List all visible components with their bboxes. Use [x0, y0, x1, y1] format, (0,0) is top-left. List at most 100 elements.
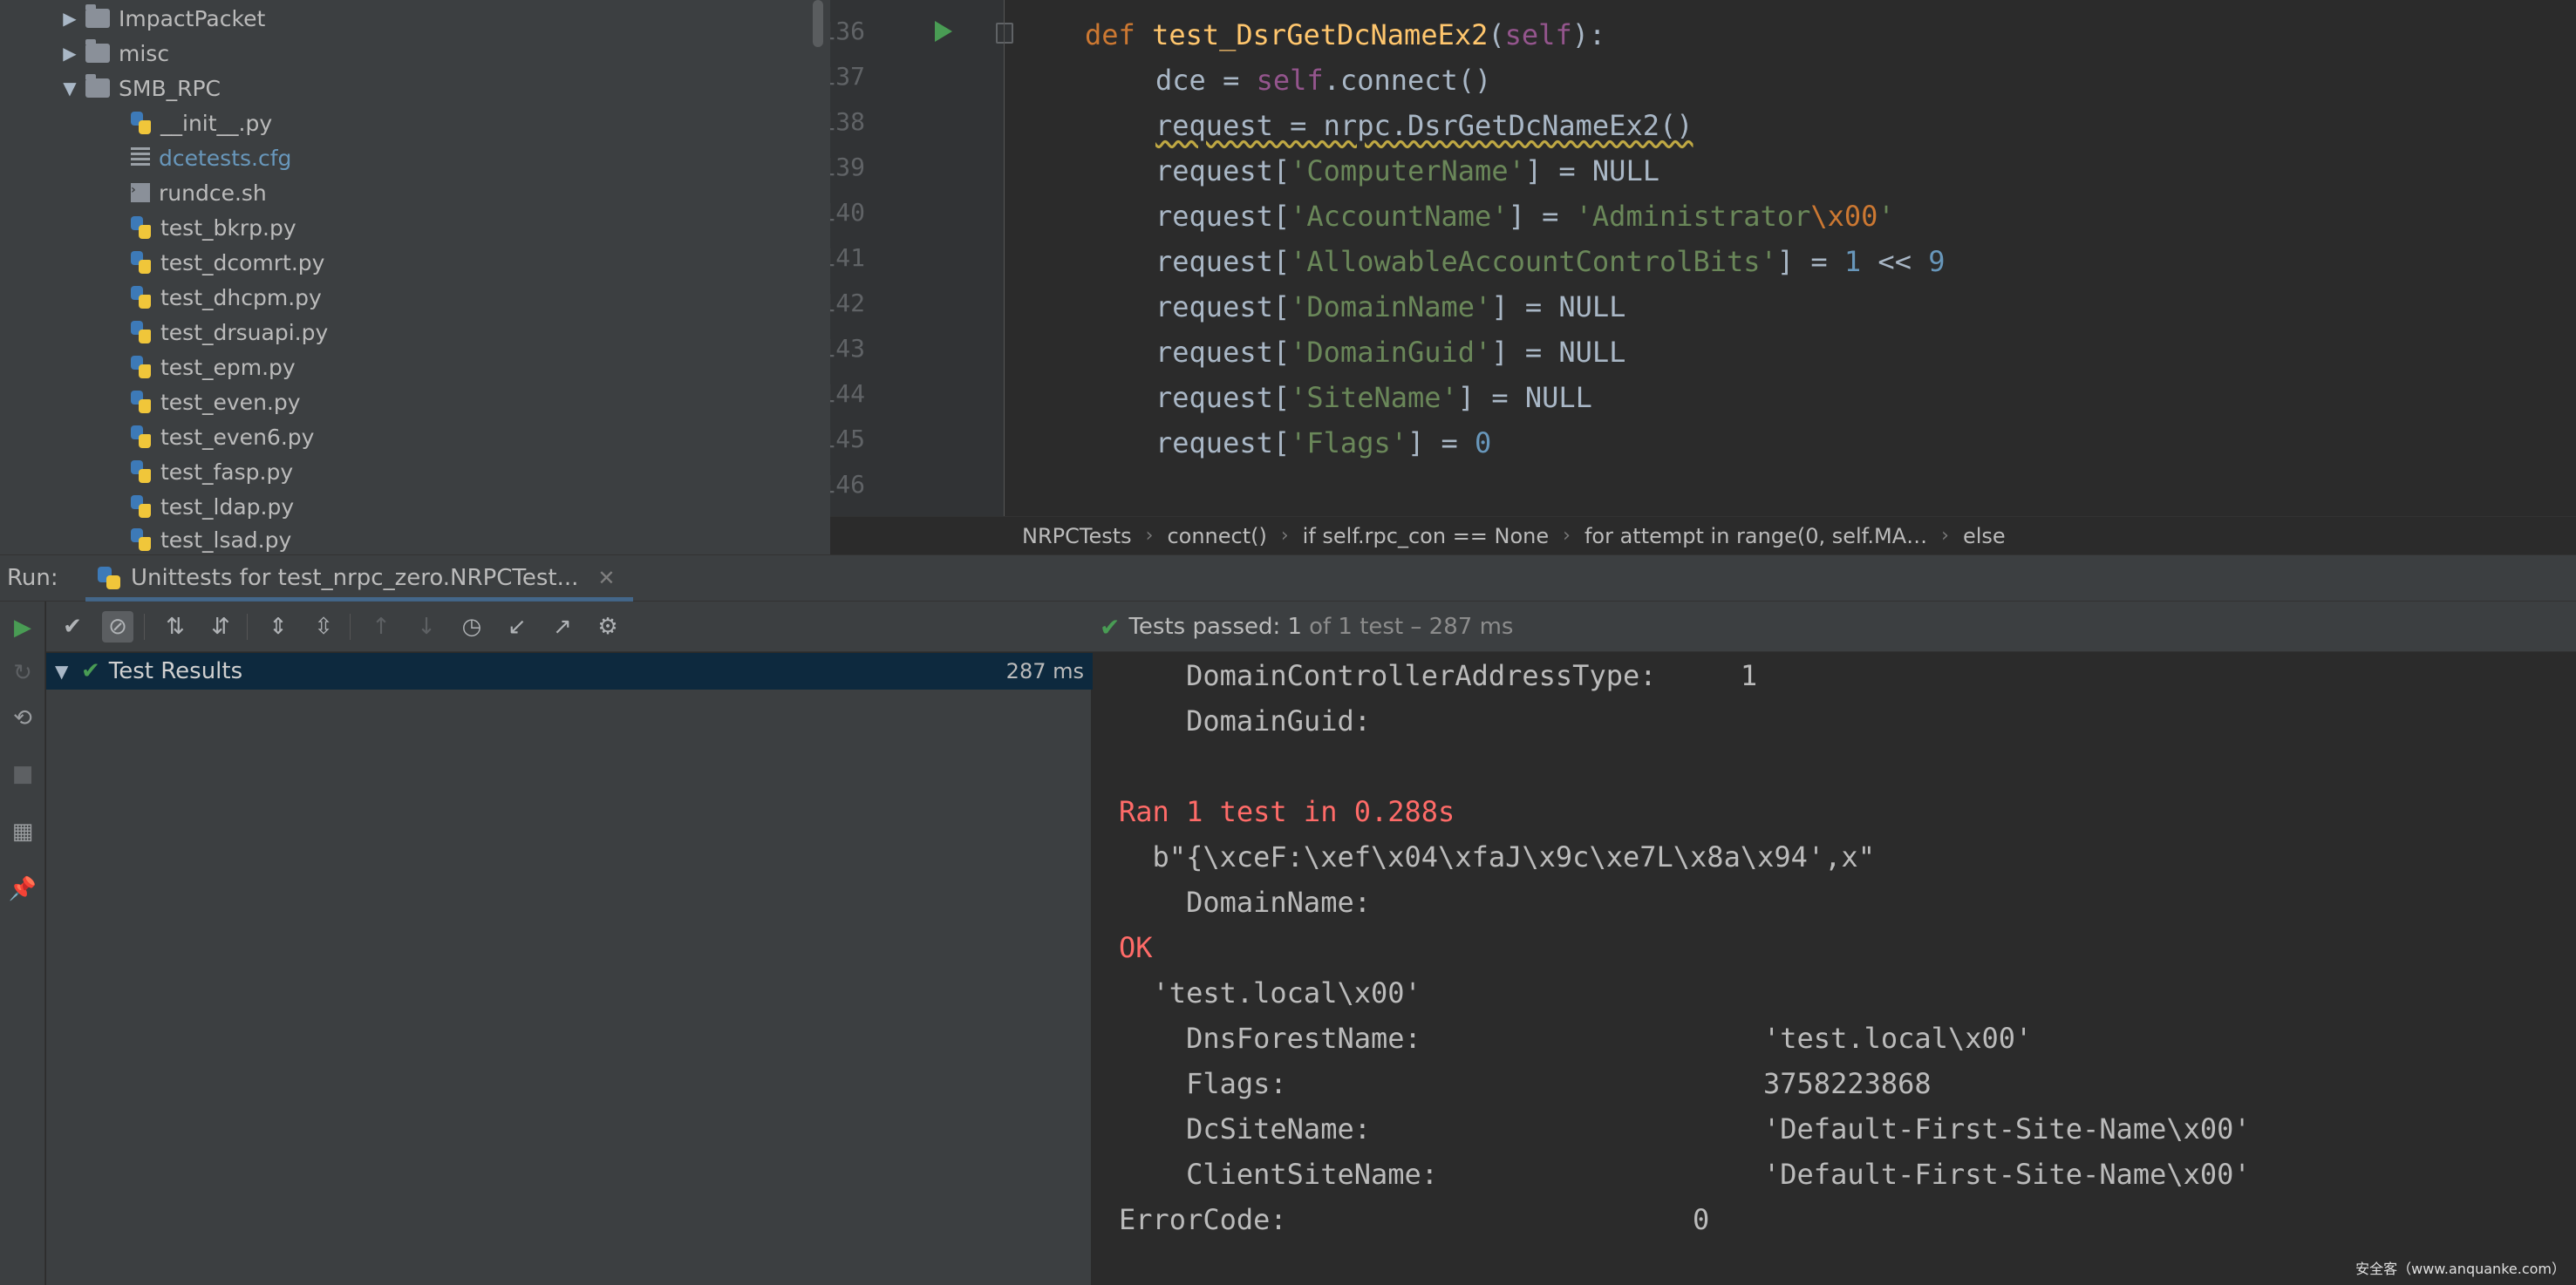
- line-number: 141: [830, 243, 865, 272]
- tree-item-impactpacket[interactable]: ▶ ImpactPacket: [54, 1, 265, 36]
- tree-item-file[interactable]: test_dcomrt.py: [131, 245, 324, 280]
- tree-item-file[interactable]: test_drsuapi.py: [131, 315, 328, 350]
- console-text: DomainGuid:: [1119, 704, 1371, 738]
- tree-scrollbar[interactable]: [813, 0, 823, 47]
- tree-item-smb-rpc[interactable]: ▼ SMB_RPC: [54, 71, 221, 105]
- code-token: ):: [1571, 18, 1606, 51]
- test-results-label: Test Results: [108, 658, 243, 684]
- fold-icon[interactable]: [996, 23, 1013, 44]
- code-line-144: request['SiteName'] = NULL: [1155, 378, 1592, 417]
- folder-icon: [85, 74, 110, 98]
- line-number: 137: [830, 62, 865, 91]
- pin-icon[interactable]: 📌: [7, 874, 38, 905]
- expand-all-icon[interactable]: ⇕: [262, 611, 294, 642]
- breadcrumb-item[interactable]: NRPCTests: [1022, 524, 1132, 548]
- breadcrumb-item[interactable]: for attempt in range(0, self.MA…: [1584, 524, 1927, 548]
- code-token: ] = NULL: [1491, 290, 1626, 323]
- code-editor[interactable]: 136 137 138 139 140 141 142 143 144 145 …: [830, 0, 2576, 516]
- line-number: 138: [830, 107, 865, 136]
- code-token: request[: [1155, 336, 1291, 369]
- tree-item-misc[interactable]: ▶ misc: [54, 36, 169, 71]
- code-token: ] =: [1776, 245, 1844, 278]
- tree-item-file[interactable]: dcetests.cfg: [131, 140, 291, 175]
- console-value: 'test.local\x00': [1763, 1022, 2033, 1055]
- expand-arrow-icon[interactable]: ▶: [54, 8, 85, 29]
- tree-item-file[interactable]: test_dhcpm.py: [131, 280, 322, 315]
- console-line: OK: [1119, 925, 1153, 970]
- sort-by-duration-icon[interactable]: ⇵: [205, 611, 236, 642]
- console-output[interactable]: DomainControllerAddressType: 1 DomainGui…: [1094, 653, 2576, 1285]
- tree-item-file[interactable]: test_lsad.py: [131, 522, 291, 554]
- stop-icon[interactable]: ■: [7, 758, 38, 790]
- tree-item-file[interactable]: test_epm.py: [131, 350, 296, 384]
- tree-item-label: ImpactPacket: [119, 5, 266, 31]
- console-text: DomainName:: [1119, 886, 1371, 919]
- console-line: DomainName:: [1119, 880, 1371, 925]
- run-test-icon[interactable]: [935, 21, 952, 42]
- collapse-all-icon[interactable]: ⇳: [308, 611, 339, 642]
- collapse-arrow-icon[interactable]: ▼: [54, 78, 85, 99]
- tree-item-file[interactable]: test_ldap.py: [131, 489, 294, 524]
- console-text: ClientSiteName:: [1119, 1158, 1439, 1191]
- previous-failed-icon[interactable]: ↑: [365, 611, 397, 642]
- import-tests-icon[interactable]: ↙: [501, 611, 533, 642]
- code-token: 'AllowableAccountControlBits': [1290, 245, 1777, 278]
- layout-icon[interactable]: ▦: [7, 816, 38, 847]
- tree-item-file[interactable]: test_fasp.py: [131, 454, 293, 489]
- next-failed-icon[interactable]: ↓: [411, 611, 442, 642]
- close-icon[interactable]: ✕: [597, 566, 615, 590]
- tree-item-file[interactable]: › rundce.sh: [131, 175, 267, 210]
- code-token: ] = NULL: [1524, 154, 1659, 187]
- tree-item-label: test_epm.py: [160, 354, 296, 380]
- rerun-icon[interactable]: ▶: [7, 612, 38, 643]
- code-token: request = nrpc.DsrGetDcNameEx2(): [1155, 109, 1693, 142]
- python-file-icon: [131, 321, 152, 343]
- console-value: 1: [1740, 659, 1758, 692]
- test-results-row[interactable]: ▼ ✔ Test Results 287 ms: [46, 653, 1093, 690]
- test-runner-toolbar: ✔ ⊘ ⇅ ⇵ ⇕ ⇳ ↑ ↓ ◷ ↙ ↗ ⚙ ✔ Tests passed: …: [46, 602, 2576, 652]
- config-file-icon: [131, 147, 150, 168]
- line-number: 144: [830, 379, 865, 408]
- console-text: Ran 1 test in 0.288s: [1119, 795, 1455, 828]
- run-configuration-tab[interactable]: Unittests for test_nrpc_zero.NRPCTest...…: [85, 554, 633, 602]
- breadcrumb-item[interactable]: connect(): [1167, 524, 1266, 548]
- line-number: 145: [830, 425, 865, 453]
- expand-arrow-icon[interactable]: ▶: [54, 43, 85, 64]
- settings-gear-icon[interactable]: ⚙: [592, 611, 624, 642]
- tree-item-label: test_ldap.py: [160, 493, 295, 520]
- rerun-failed-icon[interactable]: ↻: [7, 657, 38, 689]
- run-panel-header: Run: Unittests for test_nrpc_zero.NRPCTe…: [0, 554, 2576, 602]
- code-token: self: [1504, 18, 1572, 51]
- show-passed-icon[interactable]: ✔: [57, 611, 88, 642]
- check-icon: ✔: [1100, 612, 1121, 642]
- code-line-143: request['DomainGuid'] = NULL: [1155, 333, 1625, 371]
- python-test-icon: [98, 567, 120, 589]
- code-token: <<: [1861, 245, 1929, 278]
- tree-item-file[interactable]: test_bkrp.py: [131, 210, 296, 245]
- python-file-icon: [131, 425, 152, 448]
- tree-item-file[interactable]: __init__.py: [131, 105, 272, 140]
- sort-alphabetically-icon[interactable]: ⇅: [160, 611, 191, 642]
- console-text: OK: [1119, 931, 1153, 964]
- breadcrumb-item[interactable]: else: [1963, 524, 2006, 548]
- run-panel-title: Run:: [7, 565, 58, 591]
- tree-item-label: rundce.sh: [159, 180, 267, 206]
- tree-item-file[interactable]: test_even.py: [131, 384, 301, 419]
- tree-item-label: test_even6.py: [160, 424, 315, 450]
- editor-gutter: 136 137 138 139 140 141 142 143 144 145 …: [830, 0, 1013, 516]
- console-line: DcSiteName: 'Default-First-Site-Name\x00': [1119, 1106, 2566, 1152]
- toggle-auto-test-icon[interactable]: ⟲: [7, 703, 38, 734]
- show-ignored-icon[interactable]: ⊘: [102, 611, 133, 642]
- python-file-icon: [131, 356, 152, 378]
- code-token: ] = NULL: [1457, 381, 1592, 414]
- collapse-arrow-icon[interactable]: ▼: [55, 661, 81, 682]
- console-text: DcSiteName:: [1119, 1112, 1371, 1146]
- export-tests-icon[interactable]: ↗: [547, 611, 578, 642]
- tree-item-file[interactable]: test_even6.py: [131, 419, 314, 454]
- code-token: (: [1488, 18, 1505, 51]
- breadcrumb-item[interactable]: if self.rpc_con == None: [1303, 524, 1550, 548]
- code-token: 'Flags': [1290, 426, 1407, 459]
- code-token: 9: [1928, 245, 1946, 278]
- test-history-icon[interactable]: ◷: [456, 611, 487, 642]
- chevron-right-icon: ›: [1280, 525, 1289, 547]
